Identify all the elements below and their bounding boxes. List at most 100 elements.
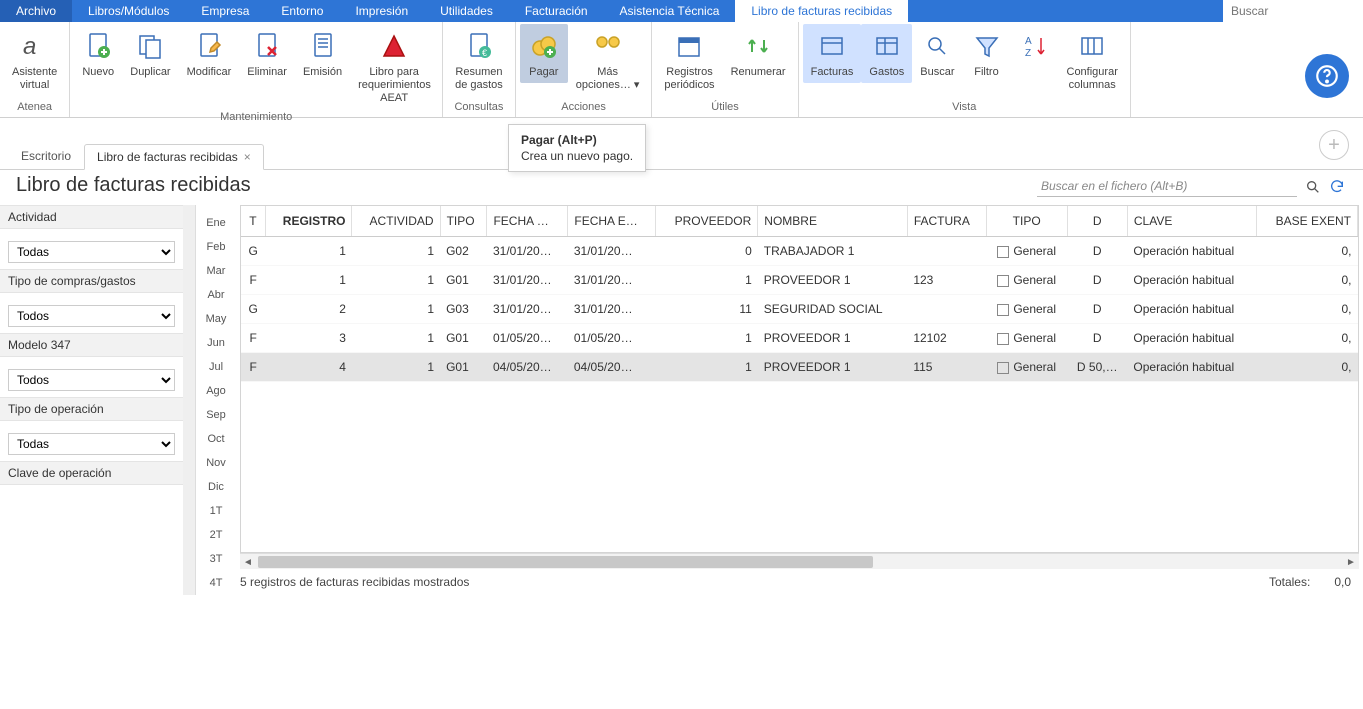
column-header[interactable]: CLAVE xyxy=(1127,206,1256,237)
month-dic[interactable]: Dic xyxy=(196,475,236,499)
tooltip-body: Crea un nuevo pago. xyxy=(521,149,633,163)
ribbon-btn-pagar[interactable]: Pagar xyxy=(520,24,568,83)
checkbox-icon[interactable] xyxy=(997,333,1009,345)
table-row[interactable]: G21G0331/01/20…31/01/20…11SEGURIDAD SOCI… xyxy=(241,295,1358,324)
column-header[interactable]: ACTIVIDAD xyxy=(352,206,440,237)
doc-tab-libro-de-facturas-recibidas[interactable]: Libro de facturas recibidas× xyxy=(84,144,264,170)
cell: Operación habitual xyxy=(1127,353,1256,382)
cell: 31/01/20… xyxy=(568,266,655,295)
table-row[interactable]: G11G0231/01/20…31/01/20…0TRABAJADOR 1Gen… xyxy=(241,237,1358,266)
column-header[interactable]: TIPO xyxy=(986,206,1067,237)
column-header[interactable]: PROVEEDOR xyxy=(655,206,758,237)
cell: 31/01/20… xyxy=(568,237,655,266)
ribbon-btn-mas-opciones[interactable]: Másopciones… ▾ xyxy=(568,24,648,96)
ribbon-btn-duplicar[interactable]: Duplicar xyxy=(122,24,178,83)
emision-icon xyxy=(307,30,339,62)
ribbon-btn-label: Nuevo xyxy=(82,66,114,79)
month-feb[interactable]: Feb xyxy=(196,235,236,259)
column-header[interactable]: NOMBRE xyxy=(758,206,908,237)
ribbon-btn-asistente[interactable]: aAsistentevirtual xyxy=(4,24,65,96)
filter-select-3[interactable]: Todas xyxy=(8,433,175,455)
ribbon-group-label: Atenea xyxy=(17,99,52,117)
cell: 2 xyxy=(265,295,352,324)
month-may[interactable]: May xyxy=(196,307,236,331)
add-button[interactable]: + xyxy=(1319,130,1349,160)
grid-wrapper[interactable]: TREGISTROACTIVIDADTIPOFECHA …FECHA E…PRO… xyxy=(240,205,1359,553)
ribbon-btn-buscar[interactable]: Buscar xyxy=(912,24,962,83)
month-oct[interactable]: Oct xyxy=(196,427,236,451)
table-row[interactable]: F11G0131/01/20…31/01/20…1PROVEEDOR 1123G… xyxy=(241,266,1358,295)
month-jun[interactable]: Jun xyxy=(196,331,236,355)
menubar-item-utilidades[interactable]: Utilidades xyxy=(424,0,509,22)
ribbon-btn-registros-periodicos[interactable]: Registrosperiódicos xyxy=(656,24,722,96)
ribbon-btn-renumerar[interactable]: Renumerar xyxy=(723,24,794,83)
filter-select-2[interactable]: Todos xyxy=(8,369,175,391)
checkbox-icon[interactable] xyxy=(997,362,1009,374)
ribbon-btn-facturas[interactable]: Facturas xyxy=(803,24,862,83)
column-header[interactable]: FACTURA xyxy=(907,206,986,237)
ribbon-btn-orden[interactable]: AZ xyxy=(1011,24,1059,70)
table-row[interactable]: F41G0104/05/20…04/05/20…1PROVEEDOR 1115G… xyxy=(241,353,1358,382)
cell: 3 xyxy=(265,324,352,353)
menubar-item-asistencia-t-cnica[interactable]: Asistencia Técnica xyxy=(604,0,736,22)
month-3t[interactable]: 3T xyxy=(196,547,236,571)
refresh-icon[interactable] xyxy=(1329,179,1345,195)
ribbon-btn-eliminar[interactable]: Eliminar xyxy=(239,24,295,83)
cell: D xyxy=(1067,266,1127,295)
menubar-item-impresi-n[interactable]: Impresión xyxy=(339,0,424,22)
month-mar[interactable]: Mar xyxy=(196,259,236,283)
ribbon-btn-emision[interactable]: Emisión xyxy=(295,24,350,83)
table-row[interactable]: F31G0101/05/20…01/05/20…1PROVEEDOR 11210… xyxy=(241,324,1358,353)
scroll-right-arrow[interactable]: ► xyxy=(1343,554,1359,570)
column-header[interactable]: T xyxy=(241,206,265,237)
month-jul[interactable]: Jul xyxy=(196,355,236,379)
ribbon-btn-filtro[interactable]: Filtro xyxy=(963,24,1011,83)
horizontal-scrollbar[interactable]: ◄ ► xyxy=(240,553,1359,569)
duplicar-icon xyxy=(134,30,166,62)
menubar-item-archivo[interactable]: Archivo xyxy=(0,0,72,22)
column-header[interactable]: REGISTRO xyxy=(265,206,352,237)
filter-select-1[interactable]: Todos xyxy=(8,305,175,327)
global-search-input[interactable] xyxy=(1223,0,1363,22)
column-header[interactable]: FECHA … xyxy=(487,206,568,237)
column-header[interactable]: D xyxy=(1067,206,1127,237)
month-ene[interactable]: Ene xyxy=(196,211,236,235)
scroll-thumb[interactable] xyxy=(258,556,873,568)
month-abr[interactable]: Abr xyxy=(196,283,236,307)
grid-search-input[interactable] xyxy=(1037,176,1297,197)
checkbox-icon[interactable] xyxy=(997,304,1009,316)
column-header[interactable]: BASE EXENT xyxy=(1256,206,1357,237)
month-4t[interactable]: 4T xyxy=(196,571,236,595)
checkbox-icon[interactable] xyxy=(997,275,1009,287)
scroll-left-arrow[interactable]: ◄ xyxy=(240,554,256,570)
cell: 1 xyxy=(352,353,440,382)
cell: D 50,… xyxy=(1067,353,1127,382)
ribbon-btn-resumen-gastos[interactable]: €Resumende gastos xyxy=(447,24,511,96)
ribbon-btn-modificar[interactable]: Modificar xyxy=(179,24,240,83)
close-tab-icon[interactable]: × xyxy=(244,150,251,164)
menubar-item-libro-de-facturas-recibidas[interactable]: Libro de facturas recibidas xyxy=(735,0,908,22)
menubar-item-empresa[interactable]: Empresa xyxy=(185,0,265,22)
month-sep[interactable]: Sep xyxy=(196,403,236,427)
renumerar-icon xyxy=(742,30,774,62)
checkbox-icon[interactable] xyxy=(997,246,1009,258)
menubar-item-libros-m-dulos[interactable]: Libros/Módulos xyxy=(72,0,185,22)
column-header[interactable]: TIPO xyxy=(440,206,487,237)
ribbon-btn-config-col[interactable]: Configurarcolumnas xyxy=(1059,24,1126,96)
filter-select-0[interactable]: Todas xyxy=(8,241,175,263)
ribbon-btn-libro-aeat[interactable]: Libro pararequerimientos AEAT xyxy=(350,24,438,109)
ribbon-btn-nuevo[interactable]: Nuevo xyxy=(74,24,122,83)
ribbon-btn-label: Configurarcolumnas xyxy=(1067,66,1118,92)
month-1t[interactable]: 1T xyxy=(196,499,236,523)
ribbon-btn-gastos[interactable]: Gastos xyxy=(861,24,912,83)
menubar: ArchivoLibros/MódulosEmpresaEntornoImpre… xyxy=(0,0,1363,22)
help-button[interactable] xyxy=(1305,54,1349,98)
search-icon[interactable] xyxy=(1305,179,1321,195)
month-ago[interactable]: Ago xyxy=(196,379,236,403)
menubar-item-facturaci-n[interactable]: Facturación xyxy=(509,0,604,22)
month-nov[interactable]: Nov xyxy=(196,451,236,475)
column-header[interactable]: FECHA E… xyxy=(568,206,655,237)
month-2t[interactable]: 2T xyxy=(196,523,236,547)
doc-tab-escritorio[interactable]: Escritorio xyxy=(8,143,84,169)
menubar-item-entorno[interactable]: Entorno xyxy=(265,0,339,22)
